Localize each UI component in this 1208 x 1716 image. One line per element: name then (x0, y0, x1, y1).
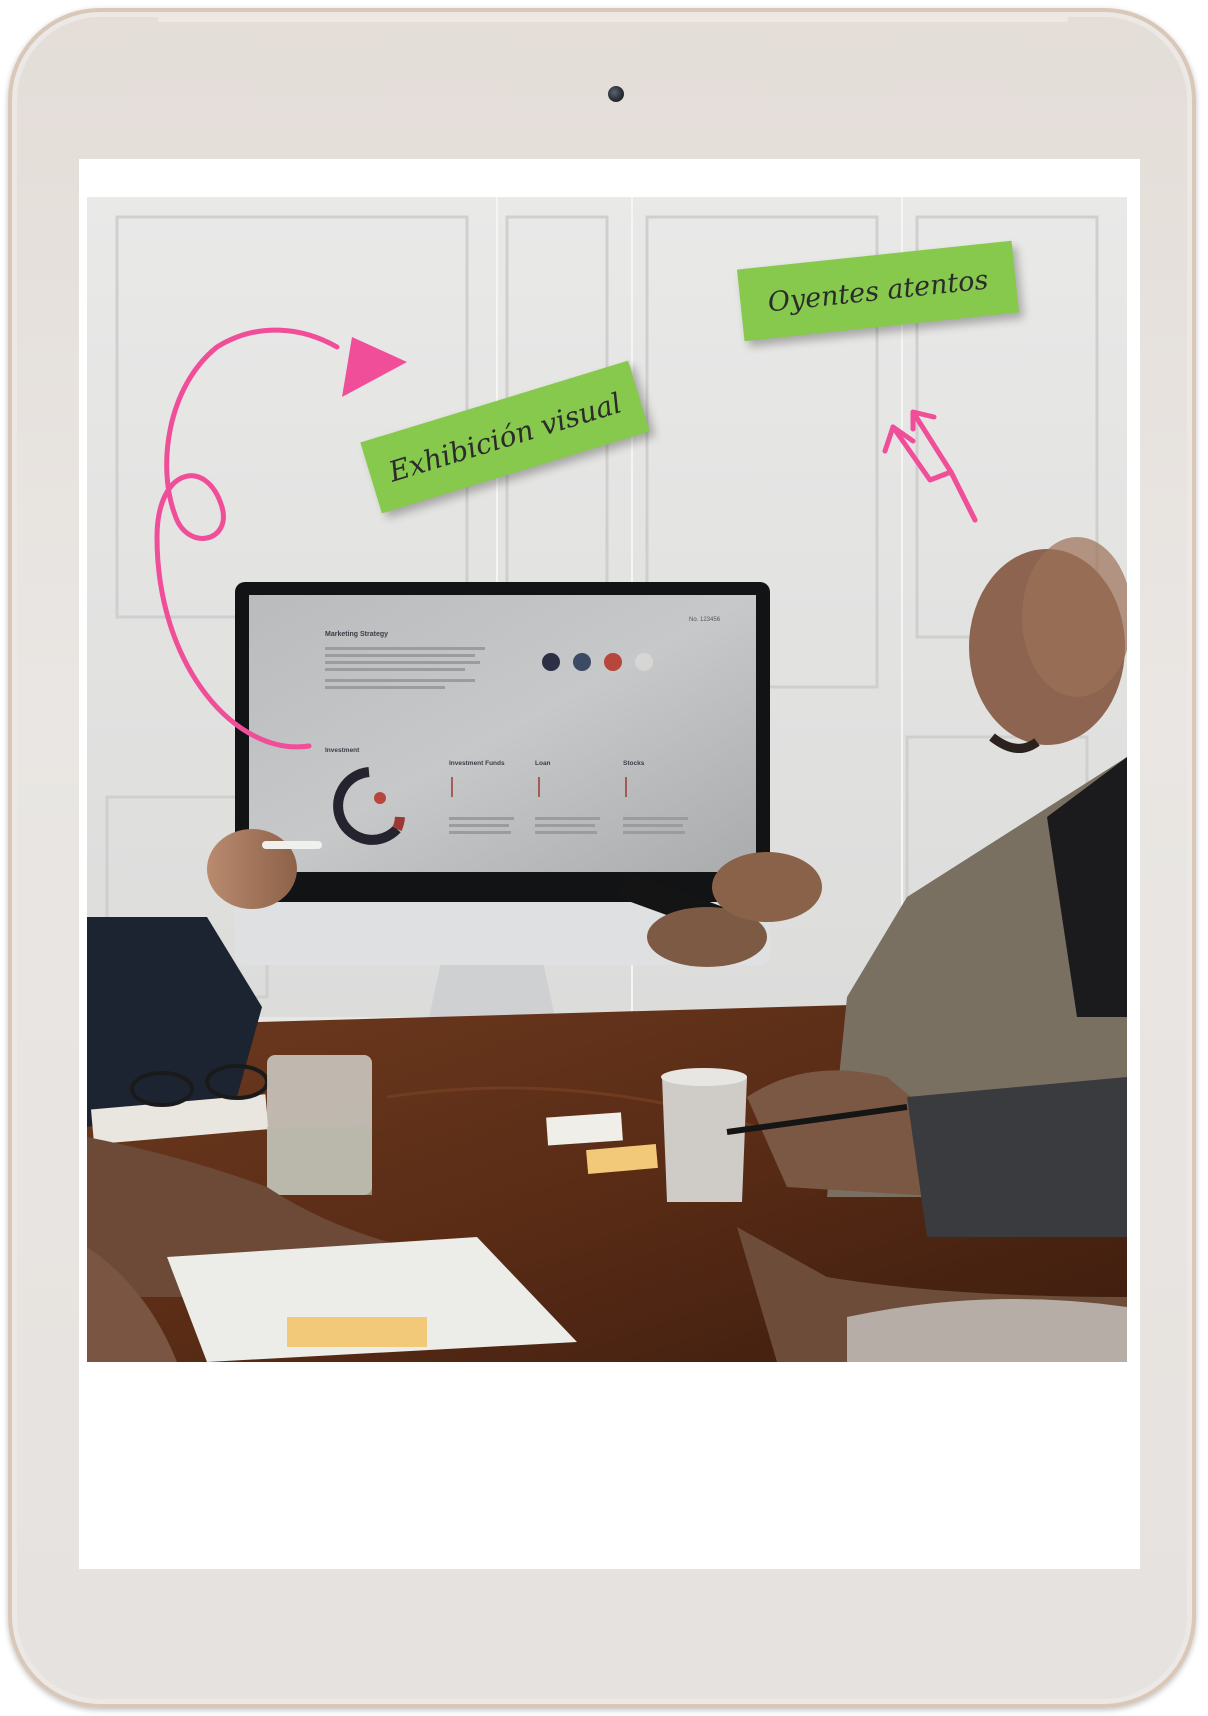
front-camera (608, 86, 624, 102)
coffee-mug (662, 1077, 747, 1202)
monitor-ref-number: No. 123456 (689, 617, 721, 623)
monitor-loan-heading: Loan (535, 760, 551, 767)
monitor-investment-heading: Investment (325, 747, 360, 754)
tablet-top-edge (158, 16, 1068, 22)
monitor-stocks-heading: Stocks (623, 760, 645, 767)
monitor-funds-heading: Investment Funds (449, 760, 505, 767)
monitor-title: Marketing Strategy (325, 631, 388, 638)
sticky-note-listeners-label: Oyentes atentos (766, 264, 990, 318)
